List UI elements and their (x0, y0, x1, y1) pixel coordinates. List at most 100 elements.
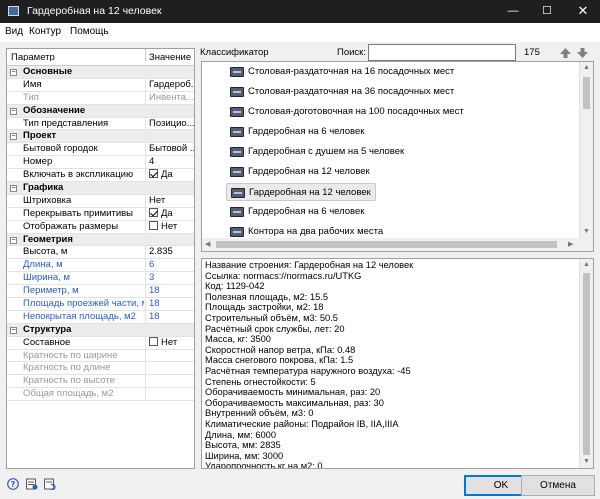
property-value[interactable]: Инвента... (145, 91, 194, 104)
collapse-icon[interactable]: − (10, 326, 17, 334)
scroll-right-arrow-icon[interactable]: ▶ (568, 241, 573, 249)
cancel-button[interactable]: Отмена (521, 475, 595, 496)
arrow-down-icon[interactable] (577, 48, 588, 58)
list-horizontal-scrollbar[interactable]: ◀ ▶ (202, 238, 581, 251)
property-row[interactable]: Включать в экспликацию Да (7, 169, 194, 183)
property-value[interactable]: 2.835 (145, 246, 194, 259)
section-label: Геометрия (23, 233, 73, 245)
classifier-list-item[interactable]: Гардеробная на 6 человек (226, 203, 368, 221)
property-row[interactable]: Общая площадь, м2 (7, 388, 194, 402)
property-value[interactable]: 4 (145, 156, 194, 169)
property-section[interactable]: − Основные (7, 66, 194, 79)
property-row[interactable]: Составное Нет (7, 336, 194, 350)
classifier-list-item[interactable]: Гардеробная на 6 человек (226, 123, 368, 141)
property-section[interactable]: − Проект (7, 130, 194, 144)
property-row[interactable]: Номер 4 (7, 156, 194, 170)
settings-icon[interactable] (26, 478, 38, 490)
property-value[interactable]: Бытовой ... (145, 143, 194, 156)
section-label: Основные (23, 66, 73, 77)
list-vertical-scrollbar[interactable]: ▲ ▼ (579, 62, 593, 251)
checkbox[interactable] (149, 220, 158, 230)
property-row[interactable]: Имя Гардероб... (7, 78, 194, 92)
list-item-label: Гардеробная на 12 человек (248, 166, 370, 177)
property-value[interactable]: 18 (145, 310, 194, 323)
close-button[interactable]: ✕ (566, 0, 600, 23)
property-section[interactable]: − Структура (7, 323, 194, 337)
help-icon[interactable]: ? (7, 478, 19, 490)
property-value[interactable]: Позицио... (145, 117, 194, 130)
property-value[interactable] (145, 362, 194, 375)
classifier-list-item[interactable]: Столовая-раздаточная на 16 посадочных ме… (226, 63, 458, 81)
property-value[interactable]: Нет (145, 336, 194, 349)
property-row[interactable]: Кратность по длине (7, 362, 194, 376)
property-row[interactable]: Высота, м 2.835 (7, 246, 194, 260)
arrow-up-icon[interactable] (560, 48, 571, 58)
search-input[interactable] (368, 44, 516, 61)
property-value[interactable]: 3 (145, 272, 194, 285)
scrollbar-thumb[interactable] (583, 77, 590, 109)
collapse-icon[interactable]: − (10, 107, 17, 115)
property-row[interactable]: Кратность по ширине (7, 349, 194, 363)
property-value-text: 18 (149, 298, 160, 310)
property-value[interactable]: Да (145, 169, 194, 182)
property-row[interactable]: Бытовой городок Бытовой ... (7, 143, 194, 157)
menu-contour[interactable]: Контур (29, 26, 61, 37)
details-line: Код: 1129-042 (205, 281, 265, 292)
refresh-icon[interactable] (44, 478, 56, 490)
menu-view[interactable]: Вид (5, 26, 23, 37)
property-row[interactable]: Периметр, м 18 (7, 285, 194, 299)
scrollbar-thumb[interactable] (216, 241, 557, 248)
property-section[interactable]: − Обозначение (7, 104, 194, 118)
list-item-label: Гардеробная на 6 человек (248, 206, 365, 217)
minimize-button[interactable]: — (496, 0, 530, 23)
property-row[interactable]: Отображать размеры Нет (7, 220, 194, 234)
details-line: Название строения: Гардеробная на 12 чел… (205, 260, 414, 270)
classifier-list-item[interactable]: Гардеробная с душем на 5 человек (226, 143, 408, 161)
building-icon (230, 147, 244, 157)
scroll-left-arrow-icon[interactable]: ◀ (205, 241, 210, 249)
property-value[interactable] (145, 375, 194, 388)
collapse-icon[interactable]: − (10, 133, 17, 141)
property-row[interactable]: Тип представления Позицио... (7, 117, 194, 131)
property-row[interactable]: Площадь проезжей части, м2 18 (7, 298, 194, 311)
property-section[interactable]: − Геометрия (7, 233, 194, 247)
property-row[interactable]: Длина, м 6 (7, 259, 194, 273)
property-value[interactable]: Гардероб... (145, 78, 194, 91)
details-vertical-scrollbar[interactable]: ▲ ▼ (579, 259, 593, 468)
scroll-up-arrow-icon[interactable]: ▲ (583, 64, 590, 72)
scrollbar-thumb[interactable] (583, 273, 590, 455)
scroll-down-arrow-icon[interactable]: ▼ (583, 458, 590, 466)
property-row[interactable]: Ширина, м 3 (7, 272, 194, 286)
checkbox[interactable] (149, 169, 158, 179)
property-value[interactable]: Да (145, 207, 194, 220)
details-line: Степень огнестойкости: 5 (205, 376, 316, 387)
property-row[interactable]: Непокрытая площадь, м2 18 (7, 310, 194, 324)
classifier-list-item[interactable]: Столовая-раздаточная на 36 посадочных ме… (226, 83, 458, 101)
collapse-icon[interactable]: − (10, 69, 17, 76)
property-value[interactable]: 18 (145, 298, 194, 311)
classifier-list-item[interactable]: Гардеробная на 12 человек (226, 183, 376, 201)
checkbox[interactable] (149, 336, 158, 346)
property-value[interactable] (145, 349, 194, 362)
scroll-up-arrow-icon[interactable]: ▲ (583, 261, 590, 269)
checkbox[interactable] (149, 207, 158, 217)
classifier-list-item[interactable]: Столовая-доготовочная на 100 посадочных … (226, 103, 468, 121)
collapse-icon[interactable]: − (10, 236, 17, 244)
property-value[interactable] (145, 388, 194, 401)
classifier-list-item[interactable]: Гардеробная на 12 человек (226, 163, 374, 181)
building-icon (230, 67, 244, 77)
property-row[interactable]: Штриховка Нет (7, 194, 194, 208)
property-value[interactable]: 18 (145, 285, 194, 298)
property-value[interactable]: Нет (145, 220, 194, 233)
property-row[interactable]: Кратность по высоте (7, 375, 194, 389)
collapse-icon[interactable]: − (10, 185, 17, 193)
property-name: Тип представления (23, 117, 109, 129)
property-section[interactable]: − Графика (7, 182, 194, 195)
scroll-down-arrow-icon[interactable]: ▼ (583, 228, 590, 236)
property-row[interactable]: Перекрывать примитивы Да (7, 207, 194, 221)
property-value[interactable]: Нет (145, 194, 194, 207)
property-row[interactable]: Тип Инвента... (7, 91, 194, 105)
maximize-button[interactable]: ☐ (530, 0, 564, 23)
property-value[interactable]: 6 (145, 259, 194, 272)
menu-help[interactable]: Помощь (70, 26, 109, 37)
